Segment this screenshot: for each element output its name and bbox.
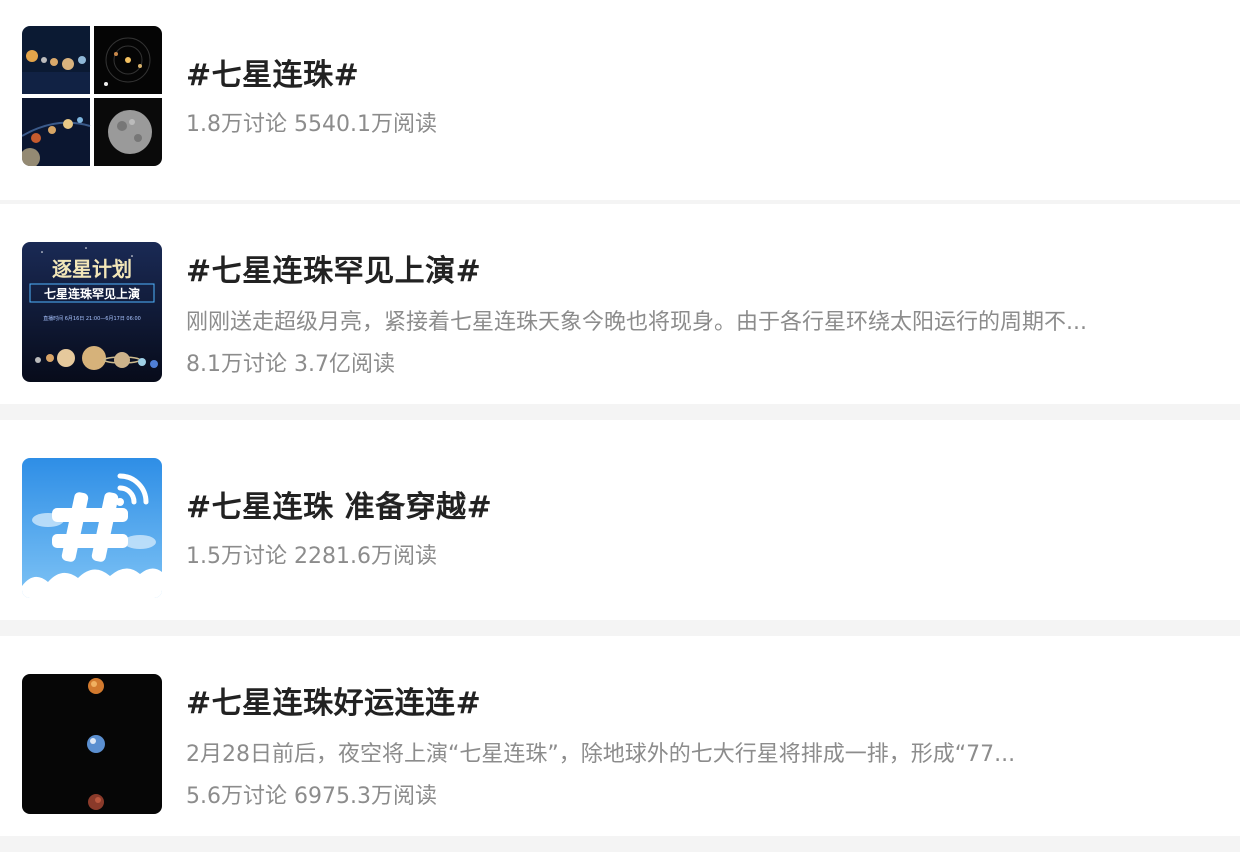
topic-description: 刚刚送走超级月亮，紧接着七星连珠天象今晚也将现身。由于各行星环绕太阳运行的周期不…: [186, 310, 1087, 335]
topic-title[interactable]: #七星连珠#: [186, 50, 359, 94]
poster-heading: 逐星计划: [52, 257, 132, 281]
topic-stats: 8.1万讨论 3.7亿阅读: [186, 352, 395, 377]
topic-thumbnail[interactable]: [22, 458, 162, 598]
topic-thumbnail[interactable]: 逐星计划 七星连珠罕见上演 直播时间 6月16日 21:00—6月17日 06:…: [22, 242, 162, 382]
topic-thumbnail[interactable]: [22, 26, 162, 166]
planets-vertical-image: [22, 674, 162, 814]
topic-card[interactable]: #七星连珠好运连连# 2月28日前后，夜空将上演“七星连珠”，除地球外的七大行星…: [0, 636, 1240, 836]
topic-card[interactable]: #七星连珠# 1.8万讨论 5540.1万阅读: [0, 0, 1240, 200]
topic-title[interactable]: #七星连珠好运连连#: [186, 678, 481, 722]
topic-card[interactable]: 逐星计划 七星连珠罕见上演 直播时间 6月16日 21:00—6月17日 06:…: [0, 204, 1240, 404]
topic-stats: 5.6万讨论 6975.3万阅读: [186, 784, 437, 809]
topic-title[interactable]: #七星连珠 准备穿越#: [186, 482, 492, 526]
poster-subheading: 七星连珠罕见上演: [44, 286, 140, 301]
poster-image: 逐星计划 七星连珠罕见上演 直播时间 6月16日 21:00—6月17日 06:…: [22, 242, 162, 382]
topic-stats: 1.5万讨论 2281.6万阅读: [186, 544, 437, 569]
poster-time: 直播时间 6月16日 21:00—6月17日 06:00: [43, 315, 141, 322]
topic-list: #七星连珠# 1.8万讨论 5540.1万阅读 逐星计划 七星连珠罕见上演 直播…: [0, 0, 1240, 852]
topic-stats: 1.8万讨论 5540.1万阅读: [186, 112, 437, 137]
topic-description: 2月28日前后，夜空将上演“七星连珠”，除地球外的七大行星将排成一排，形成“77…: [186, 742, 1016, 767]
hashtag-icon: [22, 458, 162, 598]
topic-thumbnail[interactable]: [22, 674, 162, 814]
topic-card[interactable]: #七星连珠 准备穿越# 1.5万讨论 2281.6万阅读: [0, 420, 1240, 620]
topic-title[interactable]: #七星连珠罕见上演#: [186, 246, 481, 290]
solar-system-collage-image: [22, 26, 162, 166]
